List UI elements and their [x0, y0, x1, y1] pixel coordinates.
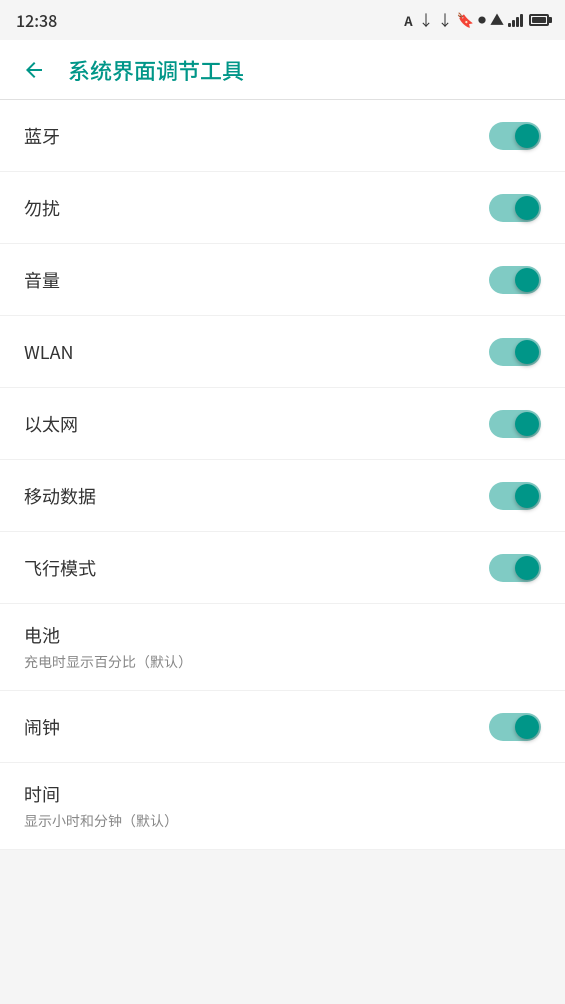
setting-item-wlan[interactable]: WLAN: [0, 316, 565, 388]
setting-text-volume: 音量: [24, 267, 60, 293]
setting-text-ethernet: 以太网: [24, 411, 78, 437]
toggle-ethernet[interactable]: [489, 410, 541, 438]
setting-item-alarm[interactable]: 闹钟: [0, 691, 565, 763]
setting-label-bluetooth: 蓝牙: [24, 123, 60, 149]
toggle-track-airplane-mode: [489, 554, 541, 582]
toggle-wlan[interactable]: [489, 338, 541, 366]
setting-text-airplane-mode: 飞行模式: [24, 555, 96, 581]
toggle-track-mobile-data: [489, 482, 541, 510]
setting-text-battery: 电池充电时显示百分比（默认）: [24, 622, 192, 672]
setting-text-bluetooth: 蓝牙: [24, 123, 60, 149]
toggle-bluetooth[interactable]: [489, 122, 541, 150]
setting-sublabel-battery: 充电时显示百分比（默认）: [24, 652, 192, 672]
back-button[interactable]: [16, 52, 52, 88]
toggle-track-alarm: [489, 713, 541, 741]
toggle-thumb-dnd: [515, 196, 539, 220]
toggle-airplane-mode[interactable]: [489, 554, 541, 582]
toggle-track-bluetooth: [489, 122, 541, 150]
toggle-mobile-data[interactable]: [489, 482, 541, 510]
setting-text-mobile-data: 移动数据: [24, 483, 96, 509]
setting-label-ethernet: 以太网: [24, 411, 78, 437]
toggle-track-wlan: [489, 338, 541, 366]
dot-icon: ●: [478, 15, 486, 26]
setting-item-time[interactable]: 时间显示小时和分钟（默认）: [0, 763, 565, 850]
toggle-track-dnd: [489, 194, 541, 222]
setting-label-volume: 音量: [24, 267, 60, 293]
setting-item-airplane-mode[interactable]: 飞行模式: [0, 532, 565, 604]
settings-list: 蓝牙勿扰音量 WLAN 以太网移动数据飞行模式电池充电时显示百分比（默认） 闹钟时间显…: [0, 100, 565, 850]
status-time: 12:38: [16, 8, 57, 32]
setting-label-time: 时间: [24, 781, 178, 807]
setting-item-battery[interactable]: 电池充电时显示百分比（默认）: [0, 604, 565, 691]
keyboard-icon: A: [404, 11, 412, 30]
signal-icon: [508, 13, 523, 27]
toggle-thumb-airplane-mode: [515, 556, 539, 580]
toggle-thumb-wlan: [515, 340, 539, 364]
toggle-thumb-alarm: [515, 715, 539, 739]
app-bar-title: 系统界面调节工具: [68, 54, 549, 86]
setting-text-alarm: 闹钟: [24, 714, 60, 740]
setting-text-dnd: 勿扰: [24, 195, 60, 221]
setting-item-volume[interactable]: 音量: [0, 244, 565, 316]
status-bar: 12:38 A ↓ ↓ 🔖 ● ▲: [0, 0, 565, 40]
setting-label-battery: 电池: [24, 622, 192, 648]
status-icons: A ↓ ↓ 🔖 ● ▲: [404, 10, 549, 31]
setting-text-time: 时间显示小时和分钟（默认）: [24, 781, 178, 831]
toggle-track-ethernet: [489, 410, 541, 438]
main-content: 蓝牙勿扰音量 WLAN 以太网移动数据飞行模式电池充电时显示百分比（默认） 闹钟时间显…: [0, 100, 565, 1004]
setting-text-wlan: WLAN: [24, 339, 74, 365]
setting-item-dnd[interactable]: 勿扰: [0, 172, 565, 244]
toggle-thumb-mobile-data: [515, 484, 539, 508]
setting-item-ethernet[interactable]: 以太网: [0, 388, 565, 460]
setting-label-alarm: 闹钟: [24, 714, 60, 740]
toggle-thumb-ethernet: [515, 412, 539, 436]
battery-icon: [529, 14, 549, 26]
app-bar: 系统界面调节工具: [0, 40, 565, 100]
toggle-volume[interactable]: [489, 266, 541, 294]
setting-item-bluetooth[interactable]: 蓝牙: [0, 100, 565, 172]
setting-label-mobile-data: 移动数据: [24, 483, 96, 509]
toggle-track-volume: [489, 266, 541, 294]
setting-item-mobile-data[interactable]: 移动数据: [0, 460, 565, 532]
toggle-thumb-volume: [515, 268, 539, 292]
toggle-thumb-bluetooth: [515, 124, 539, 148]
toggle-alarm[interactable]: [489, 713, 541, 741]
download-icon-2: ↓: [438, 10, 453, 31]
setting-label-wlan: WLAN: [24, 339, 74, 365]
download-icon-1: ↓: [419, 10, 434, 31]
setting-label-airplane-mode: 飞行模式: [24, 555, 96, 581]
bookmark-icon: 🔖: [457, 10, 474, 30]
wifi-icon: ▲: [490, 10, 504, 30]
setting-label-dnd: 勿扰: [24, 195, 60, 221]
toggle-dnd[interactable]: [489, 194, 541, 222]
setting-sublabel-time: 显示小时和分钟（默认）: [24, 811, 178, 831]
